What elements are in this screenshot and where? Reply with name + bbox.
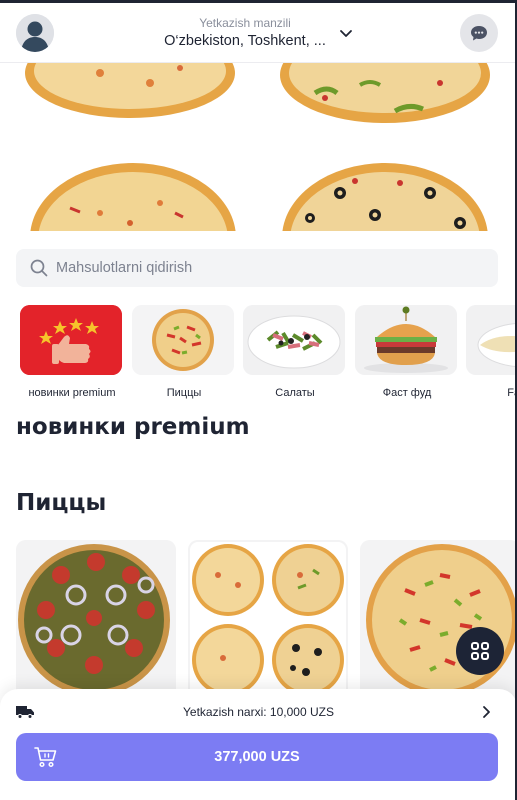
product-card[interactable] [360,540,517,700]
category-pizza-image [132,305,234,375]
delivery-address[interactable]: Yetkazish manzili O‘zbekiston, Toshkent,… [150,15,340,51]
category-fast-image [466,305,517,375]
promo-banner[interactable] [0,63,517,231]
category-list: новинки premium Пиццы Салаты Фаст фуд F [16,305,517,405]
product-image [188,540,348,700]
category-label: Fast [507,387,517,399]
category-fastfood[interactable]: Фаст фуд [355,305,459,399]
category-fastfood-image [355,305,457,375]
search-icon [30,259,48,277]
category-salads-image [243,305,345,375]
product-image [360,540,517,700]
category-label: новинки premium [28,387,116,399]
category-label: Салаты [275,387,315,399]
category-fast[interactable]: Fast [466,305,517,399]
menu-grid-button[interactable] [456,627,504,675]
chevron-down-icon[interactable] [338,25,354,41]
category-premium[interactable]: новинки premium [20,305,124,399]
chat-button[interactable] [460,14,498,52]
product-image [16,540,176,700]
product-list [16,540,517,700]
address-label: Yetkazish manzili [199,16,291,30]
category-pizza[interactable]: Пиццы [132,305,236,399]
search-input[interactable] [56,260,456,276]
category-premium-image [20,305,122,375]
cart-icon [34,747,57,768]
checkout-button[interactable]: 377,000 UZS [16,733,498,781]
category-salads[interactable]: Салаты [243,305,347,399]
search-bar[interactable] [16,249,498,287]
cart-total: 377,000 UZS [214,749,300,765]
section-title-premium: новинки premium [16,414,250,440]
cart-sheet: Yetkazish narxi: 10,000 UZS 377,000 UZS [0,689,517,800]
chat-icon [471,26,487,41]
delivery-fee-text[interactable]: Yetkazish narxi: 10,000 UZS [0,705,517,719]
category-label: Фаст фуд [382,387,432,399]
address-value: O‘zbekiston, Toshkent, ... [164,33,326,49]
product-card[interactable] [16,540,176,700]
chevron-right-icon[interactable] [479,705,493,719]
product-card[interactable] [188,540,348,700]
app-header: Yetkazish manzili O‘zbekiston, Toshkent,… [0,3,517,63]
category-label: Пиццы [166,387,202,399]
grid-icon [471,642,489,660]
section-title-pizza: Пиццы [16,490,107,516]
user-avatar-icon[interactable] [16,14,54,52]
